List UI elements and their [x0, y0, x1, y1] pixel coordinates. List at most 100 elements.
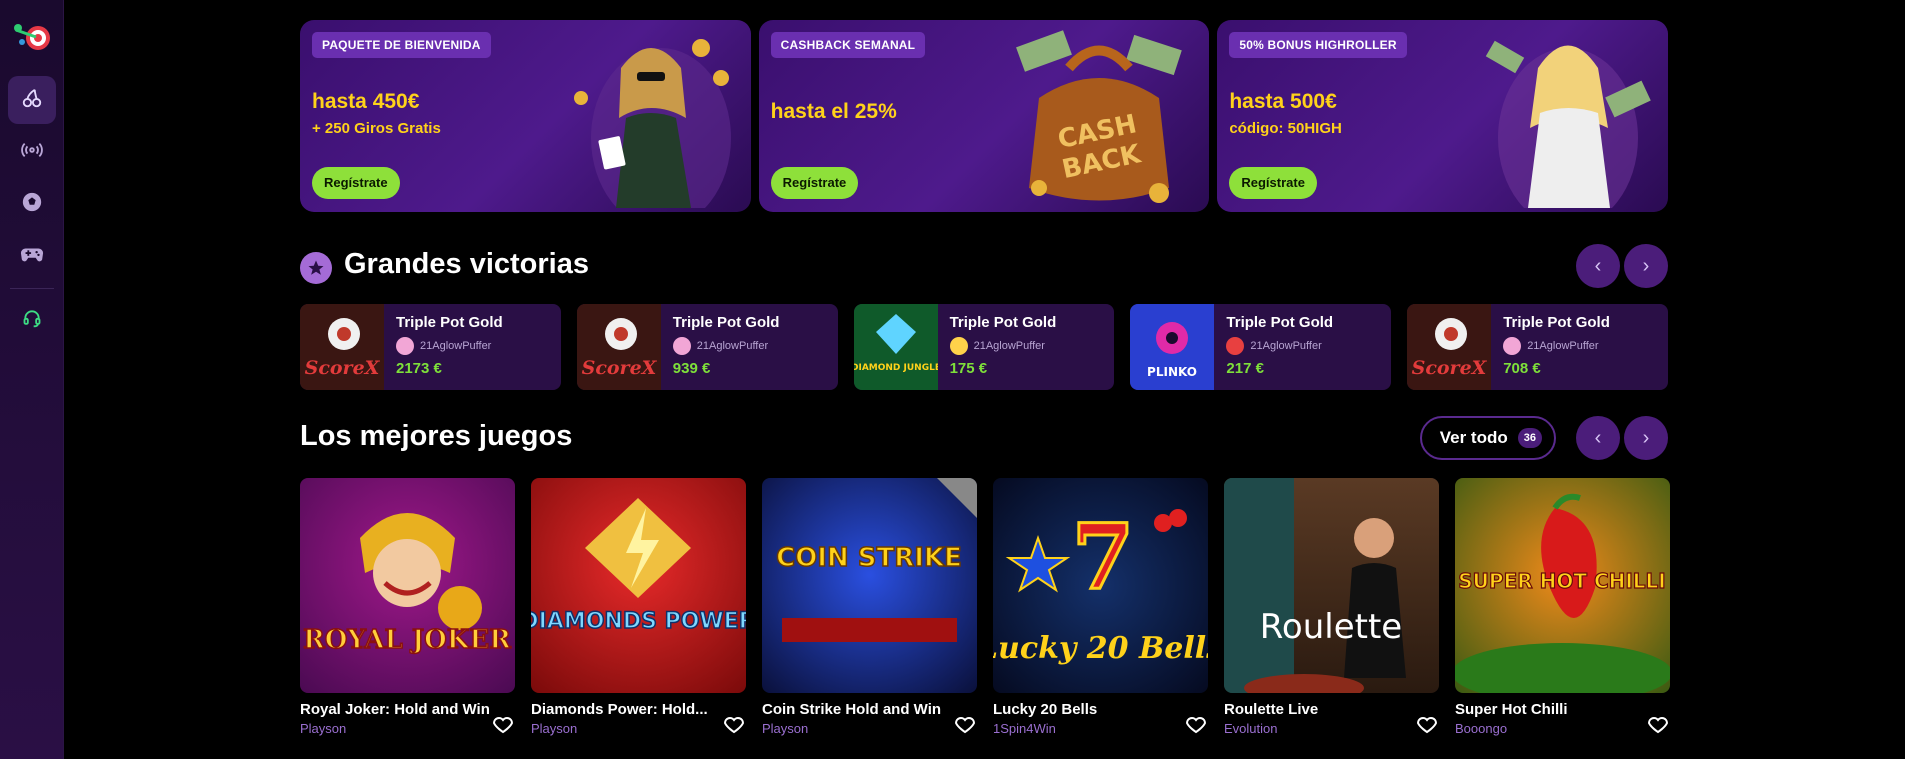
thumbnail-text: Lucky 20 Bells	[993, 631, 1208, 666]
win-card[interactable]: PLINKO Triple Pot Gold 21AglowPuffer 217…	[1130, 304, 1392, 390]
thumbnail-text: ScoreX	[305, 357, 381, 379]
favorite-heart-icon[interactable]	[953, 712, 977, 736]
banner-tag: CASHBACK SEMANAL	[770, 32, 926, 58]
promo-banners: PAQUETE DE BIENVENIDA hasta 450€ + 250 G…	[300, 20, 1669, 212]
game-card[interactable]: 7 Lucky 20 Bells Lucky 20 Bells 1Spin4Wi…	[993, 478, 1208, 736]
banner-tag: PAQUETE DE BIENVENIDA	[312, 32, 491, 58]
game-card[interactable]: COIN STRIKE Coin Strike Hold and Win Pla…	[762, 478, 977, 736]
chevron-right-icon: ›	[1642, 426, 1650, 449]
game-title: Lucky 20 Bells	[993, 701, 1098, 718]
favorite-heart-icon[interactable]	[1415, 712, 1439, 736]
view-all-button[interactable]: Ver todo 36	[1419, 416, 1556, 460]
games-grid: ROYAL JOKER Royal Joker: Hold and Win Pl…	[300, 478, 1670, 736]
big-wins-header: Grandes victorias ‹ ›	[300, 240, 1668, 296]
avatar	[1226, 337, 1245, 355]
register-button[interactable]: Regístrate	[1229, 167, 1317, 199]
game-thumbnail: DIAMOND JUNGLE	[853, 304, 938, 390]
win-game-name: Triple Pot Gold	[1503, 314, 1610, 331]
game-thumbnail[interactable]: ROYAL JOKER	[300, 478, 515, 693]
game-thumbnail[interactable]: 7 Lucky 20 Bells	[993, 478, 1208, 693]
carousel-next-button[interactable]: ›	[1624, 244, 1668, 288]
favorite-heart-icon[interactable]	[722, 712, 746, 736]
game-provider: Evolution	[1224, 721, 1278, 736]
win-card[interactable]: ScoreX Triple Pot Gold 21AglowPuffer 939…	[576, 304, 838, 390]
favorite-heart-icon[interactable]	[1184, 712, 1208, 736]
headset-icon	[22, 308, 42, 333]
cashback-bag-image: CASH BACK	[1016, 30, 1183, 203]
register-button[interactable]: Regístrate	[770, 167, 859, 199]
promo-banner-cashback[interactable]: CASHBACK SEMANAL hasta el 25% Regístrate…	[758, 20, 1210, 212]
chevron-left-icon: ‹	[1594, 254, 1602, 277]
game-card[interactable]: SUPER HOT CHILLI Super Hot Chilli Booong…	[1455, 478, 1670, 736]
carousel-prev-button[interactable]: ‹	[1576, 244, 1620, 288]
game-provider: Playson	[762, 721, 809, 736]
view-all-label: Ver todo	[1439, 428, 1508, 447]
game-thumbnail: ScoreX	[300, 304, 384, 390]
game-provider: Playson	[300, 721, 347, 736]
game-thumbnail: PLINKO	[1130, 304, 1215, 390]
carousel-next-button[interactable]: ›	[1624, 416, 1668, 460]
win-card[interactable]: DIAMOND JUNGLE Triple Pot Gold 21AglowPu…	[853, 304, 1115, 390]
sidebar-item-support[interactable]	[8, 296, 56, 344]
gamepad-icon	[20, 243, 44, 270]
win-card[interactable]: ScoreX Triple Pot Gold 21AglowPuffer 217…	[300, 304, 561, 390]
star-icon	[300, 252, 332, 284]
game-provider: Booongo	[1455, 721, 1508, 736]
live-broadcast-icon	[21, 139, 43, 166]
game-thumbnail: ScoreX	[576, 304, 661, 390]
chevron-right-icon: ›	[1642, 254, 1650, 277]
logo-icon[interactable]	[12, 18, 52, 58]
win-username: 21AglowPuffer	[1527, 340, 1599, 352]
banner-subtitle: + 250 Giros Gratis	[312, 120, 441, 137]
game-title: Roulette Live	[1224, 701, 1319, 718]
main-content: PAQUETE DE BIENVENIDA hasta 450€ + 250 G…	[300, 20, 1670, 736]
thumbnail-text: ROYAL JOKER	[303, 625, 511, 655]
game-title: Royal Joker: Hold and Win	[300, 701, 490, 718]
game-card[interactable]: Roulette Roulette Live Evolution	[1224, 478, 1439, 736]
game-thumbnail[interactable]: Roulette	[1224, 478, 1439, 693]
avatar	[1503, 337, 1522, 355]
banner-amount: hasta 500€	[1229, 90, 1337, 113]
game-provider: 1Spin4Win	[993, 721, 1056, 736]
game-provider: Playson	[531, 721, 578, 736]
register-button[interactable]: Regístrate	[312, 167, 400, 199]
win-card[interactable]: ScoreX Triple Pot Gold 21AglowPuffer 708…	[1407, 304, 1668, 390]
thumbnail-text: ScoreX	[581, 357, 657, 379]
game-card[interactable]: ROYAL JOKER Royal Joker: Hold and Win Pl…	[300, 478, 515, 736]
favorite-heart-icon[interactable]	[491, 712, 515, 736]
win-amount: 175 €	[949, 360, 988, 377]
top-games-header: Los mejores juegos Ver todo 36 ‹ ›	[300, 412, 1668, 468]
game-title: Super Hot Chilli	[1455, 701, 1568, 718]
game-thumbnail: ScoreX	[1407, 304, 1492, 390]
games-count-badge: 36	[1517, 428, 1542, 448]
favorite-heart-icon[interactable]	[1646, 712, 1670, 736]
thumbnail-text: DIAMONDS POWER	[531, 609, 746, 634]
avatar	[949, 337, 968, 355]
win-game-name: Triple Pot Gold	[1226, 314, 1334, 331]
win-username: 21AglowPuffer	[973, 340, 1045, 352]
banner-amount: hasta 450€	[312, 90, 420, 113]
game-thumbnail[interactable]: SUPER HOT CHILLI	[1455, 478, 1670, 693]
thumbnail-text: SUPER HOT CHILLI	[1458, 569, 1665, 593]
top-games-section: Los mejores juegos Ver todo 36 ‹ › ROYAL…	[300, 412, 1670, 736]
big-wins-section: Grandes victorias ‹ › ScoreX Triple Pot …	[300, 240, 1668, 390]
sidebar-item-games[interactable]	[8, 232, 56, 280]
game-thumbnail[interactable]: DIAMONDS POWER	[531, 478, 746, 693]
chevron-left-icon: ‹	[1594, 426, 1602, 449]
win-username: 21AglowPuffer	[420, 340, 492, 352]
thumbnail-text: COIN STRIKE	[776, 543, 962, 573]
game-thumbnail[interactable]: COIN STRIKE	[762, 478, 977, 693]
sidebar-item-live[interactable]	[8, 128, 56, 176]
game-card[interactable]: DIAMONDS POWER Diamonds Power: Hold... P…	[531, 478, 746, 736]
sidebar	[0, 0, 64, 759]
cherry-icon	[21, 87, 43, 114]
carousel-prev-button[interactable]: ‹	[1576, 416, 1620, 460]
promo-banner-highroller[interactable]: 50% BONUS HIGHROLLER hasta 500€ código: …	[1217, 20, 1669, 212]
sidebar-item-casino[interactable]	[8, 76, 56, 124]
section-title: Grandes victorias	[344, 248, 589, 280]
banner-tag: 50% BONUS HIGHROLLER	[1229, 32, 1407, 58]
win-amount: 217 €	[1226, 360, 1264, 377]
win-amount: 939 €	[672, 360, 711, 377]
sidebar-item-sports[interactable]	[8, 180, 56, 228]
promo-banner-welcome[interactable]: PAQUETE DE BIENVENIDA hasta 450€ + 250 G…	[300, 20, 751, 212]
